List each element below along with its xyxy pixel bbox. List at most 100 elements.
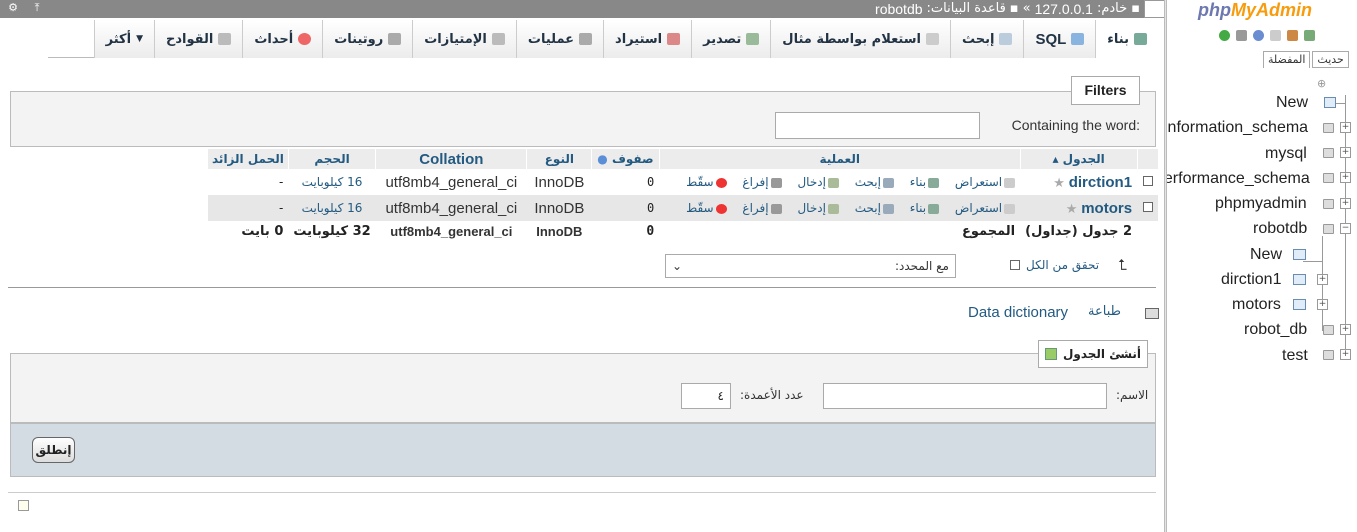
row-checkbox[interactable] <box>1142 176 1153 186</box>
database-link[interactable]: robotdb <box>875 0 922 18</box>
expand-icon[interactable]: + <box>1340 122 1351 133</box>
tree-item-mysql[interactable]: mysql <box>1265 145 1307 163</box>
collapse-icon[interactable]: − <box>1340 223 1351 234</box>
structure-link[interactable]: بناء <box>904 175 940 189</box>
tree-item-dirction1[interactable]: dirction1 <box>1221 271 1281 289</box>
tab-import[interactable]: استيراد <box>603 20 692 58</box>
tab-sql[interactable]: SQL <box>1023 20 1096 58</box>
size-link[interactable]: 16 كيلوبايت <box>302 175 363 189</box>
tree-item-test[interactable]: test <box>1282 347 1308 365</box>
table-row: dirction1 ★ استعراض بناء إبحث إدخال إفرا… <box>207 169 1158 195</box>
tab-more[interactable]: ▼ أكثر <box>93 20 154 58</box>
expand-icon[interactable]: + <box>1340 349 1351 360</box>
table-header[interactable]: الجدول ▴ <box>1019 149 1138 169</box>
gear-icon[interactable]: ⚙ <box>6 1 20 15</box>
drop-link[interactable]: سقّط <box>680 201 727 215</box>
filter-input[interactable] <box>775 112 980 139</box>
drop-icon <box>715 203 727 214</box>
insert-link[interactable]: إدخال <box>791 175 839 189</box>
expand-icon[interactable]: + <box>1317 299 1328 310</box>
favorite-star-icon[interactable]: ★ <box>1066 202 1078 217</box>
expand-icon[interactable]: + <box>1340 198 1351 209</box>
collapse-icon[interactable]: ⤒ <box>30 1 44 15</box>
settings-icon[interactable] <box>1236 30 1247 41</box>
tree-item-phpmyadmin[interactable]: phpmyadmin <box>1215 195 1307 213</box>
browse-link[interactable]: استعراض <box>949 201 1016 215</box>
database-icon: ▪ <box>1009 1 1019 16</box>
tree-item-new-table[interactable]: New <box>1250 246 1282 264</box>
create-table-footer <box>10 423 1156 477</box>
server-link[interactable]: 127.0.0.1 <box>1035 0 1093 18</box>
table-icon <box>1293 274 1306 285</box>
tree-item-motors[interactable]: motors <box>1232 296 1281 314</box>
table-name-input[interactable] <box>823 383 1107 409</box>
tab-privileges[interactable]: الإمتيازات <box>412 20 516 58</box>
search-icon <box>999 33 1013 45</box>
print-link[interactable]: طباعة <box>1088 304 1121 319</box>
search-link[interactable]: إبحث <box>849 201 894 215</box>
tab-triggers[interactable]: القوادح <box>153 20 243 58</box>
tree-item-robotdb[interactable]: robotdb <box>1253 220 1307 238</box>
size-link[interactable]: 16 كيلوبايت <box>302 201 363 215</box>
tree-item-performance-schema[interactable]: performance_schema <box>1167 170 1310 188</box>
table-name-link[interactable]: motors <box>1081 200 1132 217</box>
table-name-link[interactable]: dirction1 <box>1069 174 1132 191</box>
type-header[interactable]: النوع <box>526 149 592 169</box>
console-icon[interactable] <box>18 500 29 511</box>
help-icon[interactable] <box>1253 30 1264 41</box>
tab-routines[interactable]: روتينات <box>322 20 413 58</box>
overhead-header[interactable]: الحمل الزائد <box>207 149 289 169</box>
tree-item-robot-db[interactable]: robot_db <box>1244 321 1307 339</box>
expand-icon[interactable]: + <box>1340 172 1351 183</box>
tab-export[interactable]: تصدير <box>691 20 771 58</box>
favorite-star-icon[interactable]: ★ <box>1053 176 1065 191</box>
tab-search[interactable]: إبحث <box>949 20 1024 58</box>
tab-operations[interactable]: عمليات <box>515 20 604 58</box>
tab-recent[interactable]: حديث <box>1312 51 1349 68</box>
empty-link[interactable]: إفراغ <box>736 175 782 189</box>
data-dictionary-link[interactable]: Data dictionary <box>968 304 1068 321</box>
tree-item-new[interactable]: New <box>1276 94 1308 112</box>
collation-header[interactable]: Collation <box>375 149 527 169</box>
empty-link[interactable]: إفراغ <box>736 201 782 215</box>
expand-icon[interactable]: + <box>1317 274 1328 285</box>
drop-link[interactable]: سقّط <box>680 175 727 189</box>
nav-tabs: حديث المفضلة <box>1263 51 1349 68</box>
search-icon <box>882 177 894 188</box>
search-link[interactable]: إبحث <box>849 175 894 189</box>
navigation-panel: phpMyAdmin حديث المفضلة ⊕ New + informat… <box>1167 0 1357 532</box>
check-all-checkbox[interactable] <box>1010 260 1020 270</box>
tab-query[interactable]: استعلام بواسطة مثال <box>770 20 950 58</box>
engine-type: InnoDB <box>526 169 592 195</box>
reload-icon[interactable] <box>1219 30 1230 41</box>
with-selected-select[interactable]: مع المحدد: ⌄ <box>665 254 956 278</box>
tree-item-information-schema[interactable]: information_schema <box>1167 119 1308 137</box>
collation-value: utf8mb4_general_ci <box>375 169 527 195</box>
caret-down-icon: ▼ <box>136 34 143 44</box>
link-icon[interactable]: ⊕ <box>1317 77 1326 90</box>
row-checkbox[interactable] <box>1142 202 1153 212</box>
new-table-icon <box>1293 249 1306 260</box>
size-header[interactable]: الحجم <box>287 149 376 169</box>
insert-link[interactable]: إدخال <box>791 201 839 215</box>
browse-link[interactable]: استعراض <box>949 175 1016 189</box>
columns-count-input[interactable]: ٤ <box>681 383 731 409</box>
help-icon[interactable]: ● <box>597 152 607 166</box>
phpmyadmin-logo[interactable]: phpMyAdmin <box>1198 0 1312 21</box>
rows-header[interactable]: صفوف ● <box>591 149 660 169</box>
home-icon[interactable] <box>1304 30 1315 41</box>
tab-favorites[interactable]: المفضلة <box>1263 51 1311 68</box>
triggers-icon <box>218 33 232 45</box>
go-button[interactable]: إنطلق <box>32 437 75 463</box>
expand-icon[interactable]: + <box>1340 147 1351 158</box>
exit-icon[interactable] <box>1287 30 1298 41</box>
expand-icon[interactable]: + <box>1340 324 1351 335</box>
engine-type: InnoDB <box>526 195 592 221</box>
check-all[interactable]: تحقق من الكل <box>1010 258 1099 272</box>
structure-link[interactable]: بناء <box>904 201 940 215</box>
docs-icon[interactable] <box>1270 30 1281 41</box>
breadcrumb: ⤒ ⚙ ▪ خادم: 127.0.0.1 » ▪ قاعدة البيانات… <box>0 0 1166 18</box>
tab-events[interactable]: أحداث <box>242 20 323 58</box>
filter-label: Containing the word: <box>1011 117 1140 133</box>
tab-structure[interactable]: بناء <box>1095 20 1158 58</box>
